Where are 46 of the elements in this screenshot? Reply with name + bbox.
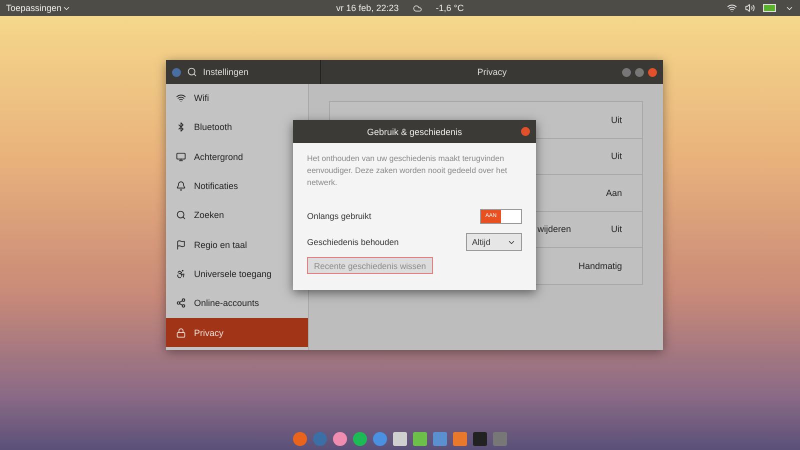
- minimize-button[interactable]: [622, 68, 631, 76]
- app-icon[interactable]: [293, 432, 307, 446]
- app-icon[interactable]: [373, 432, 387, 446]
- search-icon: [176, 210, 186, 220]
- row-value: Handmatig: [578, 260, 622, 271]
- sidebar-item[interactable]: Online-accounts: [166, 289, 308, 318]
- description: Het onthouden van uw geschiedenis maakt terugvinden eenvoudiger. Deze zaken worden nooit gedeeld over het netwerk.: [307, 153, 508, 189]
- app-icon[interactable]: [353, 432, 367, 446]
- row-value: Aan: [606, 188, 622, 198]
- clock[interactable]: vr 16 feb, 22:23: [336, 3, 399, 13]
- sidebar-item[interactable]: Zoeken: [166, 201, 308, 230]
- sidebar-item[interactable]: Bluetooth: [166, 113, 308, 143]
- bell-icon: [176, 181, 186, 192]
- flag-icon: [176, 240, 186, 250]
- row-label: wijderen: [537, 224, 571, 234]
- close-button[interactable]: [648, 68, 657, 76]
- dialog-title: Gebruik & geschiedenis: [366, 126, 462, 136]
- wifi-icon[interactable]: [727, 3, 737, 13]
- sidebar-title: Instellingen: [203, 67, 249, 77]
- close-button[interactable]: [521, 127, 530, 136]
- sidebar-item[interactable]: Achtergrond: [166, 142, 308, 172]
- monitor-icon: [176, 152, 186, 162]
- lock-icon: [176, 328, 186, 338]
- applications-menu[interactable]: Toepassingen: [6, 3, 62, 13]
- bluetooth-icon: [176, 122, 186, 132]
- sidebar-item[interactable]: Wifi: [166, 84, 308, 114]
- setting-label: Onlangs gebruikt: [307, 211, 372, 221]
- window-title: Privacy: [477, 67, 507, 77]
- sidebar-item[interactable]: Privacy: [166, 318, 308, 347]
- search-icon[interactable]: [187, 67, 197, 77]
- app-icon[interactable]: [333, 432, 347, 446]
- sidebar-item[interactable]: Notificaties: [166, 172, 308, 202]
- app-icon: [172, 68, 181, 76]
- volume-icon[interactable]: [745, 3, 755, 13]
- battery-icon[interactable]: [763, 4, 777, 12]
- sidebar-item[interactable]: Regio en taal: [166, 230, 308, 260]
- cloud-icon: [412, 4, 422, 12]
- accessibility-icon: [176, 268, 186, 279]
- share-icon: [176, 298, 186, 308]
- dropdown[interactable]: Altijd: [466, 233, 522, 251]
- weather-reading[interactable]: -1,6 °C: [436, 3, 464, 13]
- sidebar-item[interactable]: Universele toegang: [166, 260, 308, 290]
- maximize-button[interactable]: [635, 68, 644, 76]
- setting-label: Geschiedenis behouden: [307, 237, 399, 247]
- row-value: Uit: [611, 151, 622, 162]
- row-value: Uit: [611, 224, 622, 234]
